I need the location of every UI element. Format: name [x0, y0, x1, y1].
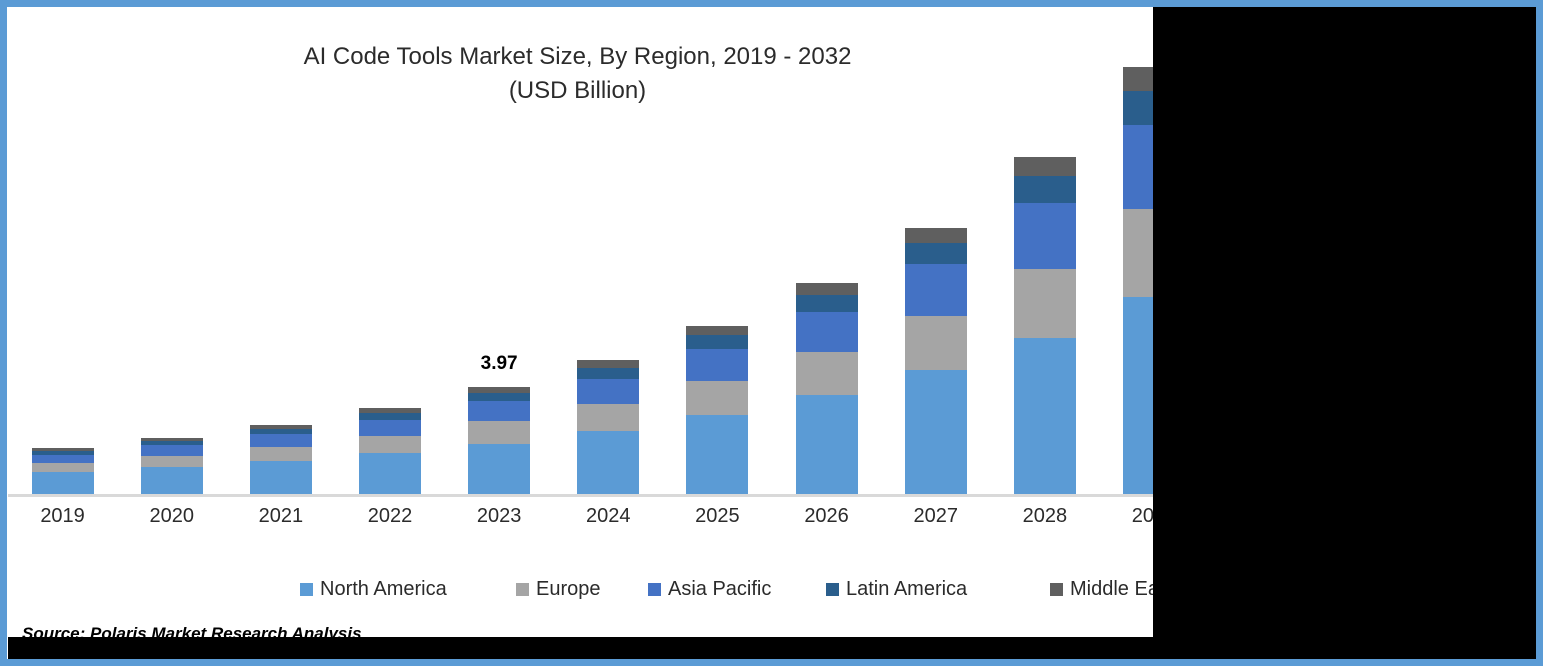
bar-segment: [795, 282, 858, 295]
bar-segment: [1013, 203, 1076, 269]
bar-segment: [249, 446, 312, 462]
bar-value-label: 3.97: [480, 352, 518, 374]
stacked-bar: [904, 227, 967, 495]
bar-segment: [904, 264, 967, 316]
x-axis-tick-2020: 2020: [149, 505, 194, 527]
frame-border-right: [1536, 0, 1543, 666]
legend-swatch-icon: [826, 582, 839, 596]
x-axis-tick-2024: 2024: [586, 505, 631, 527]
x-axis-tick-2023: 2023: [476, 505, 522, 527]
bar-segment: [577, 360, 640, 368]
bar-segment: [468, 443, 531, 495]
bar-segment: [795, 294, 858, 313]
bar-segment: [249, 434, 312, 447]
bar-segment: [31, 454, 94, 463]
legend-swatch-icon: [516, 582, 529, 596]
bar-segment: [686, 380, 749, 416]
bar-segment: [904, 227, 967, 243]
legend-label: Latin America: [846, 577, 968, 600]
bar-segment: [359, 412, 421, 420]
frame-border-bottom: [0, 659, 1543, 666]
bar-segment: [795, 352, 858, 396]
bar-segment: [795, 312, 858, 353]
bar-segment: [359, 419, 421, 436]
bar-segment: [795, 395, 858, 495]
bar-segment: [686, 415, 749, 495]
bar-segment: [577, 367, 640, 379]
chart-title: AI Code Tools Market Size, By Region, 20…: [0, 40, 1155, 108]
bar-segment: [686, 349, 749, 381]
stacked-bar: [31, 448, 94, 495]
x-axis-tick-2022: 2022: [367, 505, 413, 527]
occlusion-overlay-right: [1153, 0, 1536, 659]
legend-item-north-america[interactable]: North America: [300, 573, 447, 605]
bar-segment: [904, 315, 967, 371]
chart-image: AI Code Tools Market Size, By Region, 20…: [0, 0, 1543, 666]
stacked-bar: [468, 386, 531, 495]
stacked-bar: [140, 437, 203, 495]
legend-label: North America: [320, 577, 447, 600]
bar-segment: [249, 461, 312, 495]
bar-segment: [1013, 175, 1076, 204]
bar-segment: [140, 467, 203, 495]
legend-item-europe[interactable]: Europe: [516, 573, 601, 605]
legend-item-asia-pacific[interactable]: Asia Pacific: [648, 573, 771, 605]
bar-segment: [904, 242, 967, 265]
bar-segment: [359, 453, 421, 495]
legend-swatch-icon: [300, 582, 313, 596]
bar-segment: [1013, 157, 1076, 176]
bar-segment: [468, 421, 531, 444]
bar-segment: [359, 435, 421, 454]
x-axis-tick-2019: 2019: [40, 505, 85, 527]
bar-segment: [140, 445, 203, 456]
chart-title-line-1: AI Code Tools Market Size, By Region, 20…: [303, 43, 852, 70]
bar-segment: [577, 403, 640, 432]
bar-segment: [577, 378, 640, 404]
x-axis-tick-2026: 2026: [804, 505, 849, 527]
bar-segment: [686, 335, 749, 350]
bar-segment: [686, 325, 749, 336]
occlusion-overlay-bottom: [8, 637, 1536, 659]
frame-border-left: [0, 0, 7, 666]
bar-segment: [577, 431, 640, 495]
stacked-bar: [577, 360, 640, 495]
stacked-bar: [249, 424, 312, 495]
stacked-bar: [686, 325, 749, 495]
legend-swatch-icon: [1050, 582, 1063, 596]
legend-label: Asia Pacific: [668, 577, 772, 600]
stacked-bar: [1013, 157, 1076, 495]
x-axis-tick-2027: 2027: [913, 505, 958, 527]
x-axis-tick-2028: 2028: [1022, 505, 1068, 527]
bar-segment: [140, 455, 203, 468]
bar-segment: [1013, 268, 1076, 338]
stacked-bar: [359, 408, 421, 495]
bar-segment: [468, 392, 531, 402]
bar-segment: [1013, 337, 1076, 495]
x-axis-tick-2025: 2025: [695, 505, 740, 527]
frame-border-top: [0, 0, 1543, 7]
legend-item-latin-america[interactable]: Latin America: [826, 573, 967, 605]
bar-segment: [31, 472, 94, 495]
bar-segment: [904, 370, 967, 495]
stacked-bar: [795, 282, 858, 495]
legend-swatch-icon: [648, 582, 661, 596]
bar-segment: [468, 401, 531, 422]
x-axis-tick-2021: 2021: [258, 505, 304, 527]
legend-label: Europe: [536, 577, 601, 600]
bar-segment: [31, 462, 94, 473]
